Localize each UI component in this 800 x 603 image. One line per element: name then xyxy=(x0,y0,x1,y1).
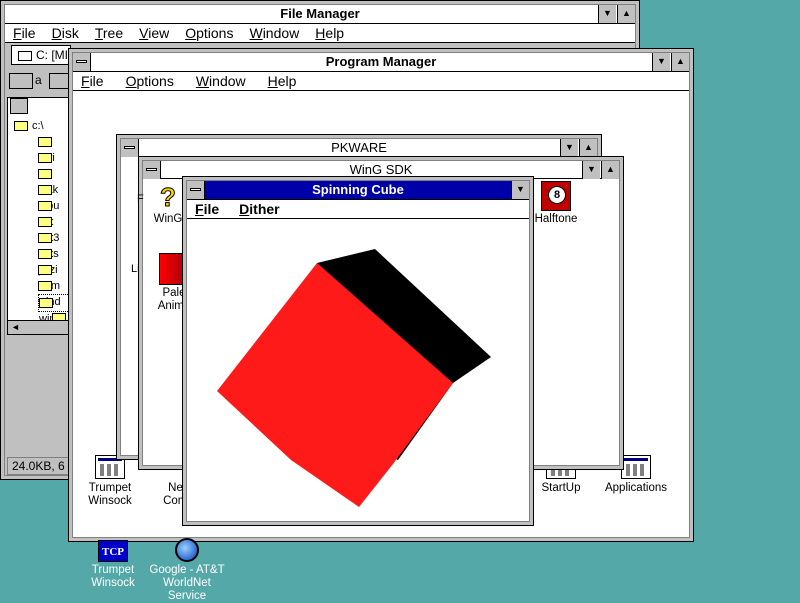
folder-icon xyxy=(38,185,52,196)
folder-icon xyxy=(38,249,52,260)
program-manager-menubar: File Options Window Help xyxy=(73,72,689,91)
folder-icon xyxy=(38,281,52,292)
folder-icon xyxy=(38,137,52,148)
menu-file[interactable]: File xyxy=(81,72,104,90)
menu-options[interactable]: Options xyxy=(126,72,174,90)
question-mark-icon: ? xyxy=(160,182,177,212)
minimize-button[interactable]: ▼ xyxy=(582,161,600,179)
menu-help[interactable]: Help xyxy=(315,24,344,42)
tcp-icon: TCP xyxy=(98,540,128,562)
maximize-button[interactable]: ▲ xyxy=(579,139,597,157)
program-group-icon xyxy=(621,455,651,479)
menu-view[interactable]: View xyxy=(139,24,169,42)
drive-select-value: C: [MI xyxy=(36,48,68,62)
horizontal-scrollbar[interactable]: ◄ xyxy=(8,320,70,334)
globe-magnifier-icon xyxy=(175,538,199,562)
file-manager-titlebar[interactable]: File Manager ▼ ▲ xyxy=(5,5,635,24)
cube-canvas[interactable] xyxy=(187,217,531,517)
spinning-cube-title: Spinning Cube xyxy=(312,182,404,197)
maximize-button[interactable]: ▲ xyxy=(671,53,689,71)
pkware-title: PKWARE xyxy=(331,140,387,155)
tree-item[interactable]: pkzi xyxy=(38,246,70,276)
wing-sdk-title: WinG SDK xyxy=(349,162,413,177)
folder-icon xyxy=(38,201,52,212)
menu-file[interactable]: File xyxy=(13,24,36,42)
maximize-button[interactable]: ▲ xyxy=(601,161,619,179)
folder-open-icon xyxy=(39,298,53,309)
minimize-button[interactable]: ▼ xyxy=(652,53,670,71)
minimize-button[interactable]: ▼ xyxy=(511,181,529,199)
folder-icon xyxy=(38,217,52,228)
status-text: 24.0KB, 6 xyxy=(12,459,65,473)
menu-help[interactable]: Help xyxy=(268,72,297,90)
desktop-icon-google-worldnet[interactable]: Google - AT&T WorldNet Service xyxy=(142,538,232,603)
drive-a-button[interactable] xyxy=(9,73,33,89)
system-menu-button[interactable] xyxy=(187,181,205,199)
spinning-cube-titlebar[interactable]: Spinning Cube ▼ xyxy=(187,181,529,200)
minimize-button[interactable]: ▼ xyxy=(598,5,616,23)
folder-icon xyxy=(38,153,52,164)
system-menu-button[interactable] xyxy=(143,161,161,179)
drive-icon xyxy=(18,50,32,61)
system-menu-button[interactable] xyxy=(73,53,91,71)
tree-item[interactable]: nets xyxy=(38,230,70,260)
drive-a-label: a xyxy=(35,73,42,87)
folder-icon xyxy=(38,169,52,180)
tree-item[interactable]: wind xyxy=(38,278,70,308)
pkware-titlebar[interactable]: PKWARE ▼ ▲ xyxy=(121,139,597,157)
tree-root[interactable]: c:\ xyxy=(14,118,44,134)
system-menu-button[interactable] xyxy=(121,139,139,157)
menu-file[interactable]: File xyxy=(195,200,219,218)
tree-item[interactable]: trum xyxy=(38,262,70,292)
drive-select[interactable]: C: [MI xyxy=(11,45,71,65)
minimize-button[interactable]: ▼ xyxy=(560,139,578,157)
tree-item[interactable]: mou xyxy=(38,182,70,212)
tree-item[interactable]: ~wi xyxy=(38,134,70,164)
tree-item[interactable]: net3 xyxy=(38,214,70,244)
menu-window[interactable]: Window xyxy=(196,72,246,90)
menu-options[interactable]: Options xyxy=(185,24,233,42)
directory-tree[interactable]: c:\ ~wi ie3 ieak mou net net3 nets pkzi … xyxy=(7,97,71,335)
tree-item[interactable]: ieak xyxy=(38,166,70,196)
status-bar: 24.0KB, 6 xyxy=(7,457,71,475)
menu-tree[interactable]: Tree xyxy=(95,24,123,42)
file-manager-title: File Manager xyxy=(280,6,360,21)
maximize-button[interactable]: ▲ xyxy=(617,5,635,23)
folder-open-icon xyxy=(14,121,28,132)
spinning-cube-window[interactable]: Spinning Cube ▼ File Dither xyxy=(182,176,534,526)
tree-item[interactable]: net xyxy=(38,198,70,228)
menu-window[interactable]: Window xyxy=(249,24,299,42)
program-manager-title: Program Manager xyxy=(325,54,437,69)
tree-item[interactable]: ie3 xyxy=(38,150,70,180)
menu-dither[interactable]: Dither xyxy=(239,200,279,218)
program-manager-titlebar[interactable]: Program Manager ▼ ▲ xyxy=(73,53,689,72)
file-manager-menubar: File Disk Tree View Options Window Help xyxy=(5,24,635,43)
eight-ball-icon: 8 xyxy=(541,181,571,211)
menu-disk[interactable]: Disk xyxy=(52,24,79,42)
folder-icon xyxy=(38,265,52,276)
folder-icon xyxy=(38,233,52,244)
